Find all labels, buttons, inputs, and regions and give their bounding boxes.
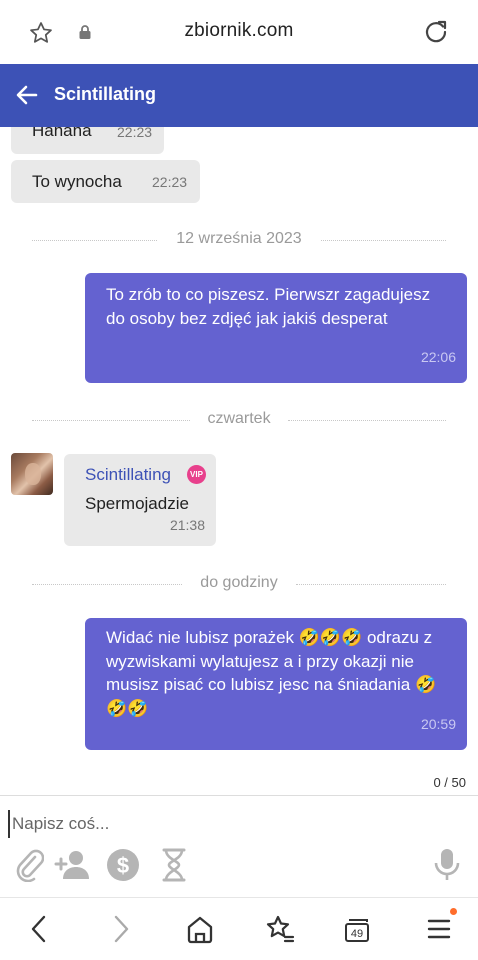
dollar-icon[interactable]: $ xyxy=(106,848,140,887)
notification-dot xyxy=(450,908,457,915)
date-divider: 12 września 2023 xyxy=(32,230,446,250)
hourglass-icon[interactable] xyxy=(161,848,187,887)
chat-title[interactable]: Scintillating xyxy=(54,84,156,105)
reload-icon[interactable] xyxy=(422,18,450,51)
browser-nav-bar: 49 xyxy=(0,897,478,960)
message-time: 22:06 xyxy=(420,348,456,365)
outgoing-message: Widać nie lubisz porażek 🤣🤣🤣 odrazu z wy… xyxy=(85,618,467,750)
back-arrow-icon[interactable] xyxy=(14,82,40,113)
message-time: 21:38 xyxy=(169,517,205,533)
sender-name[interactable]: Scintillating xyxy=(85,465,171,485)
paperclip-icon[interactable] xyxy=(14,848,45,887)
svg-text:$: $ xyxy=(117,853,129,878)
date-label: czwartek xyxy=(207,410,271,427)
message-text: To wynocha xyxy=(32,172,122,191)
url-domain[interactable]: zbiornik.com xyxy=(0,20,478,42)
message-input[interactable] xyxy=(8,810,468,838)
incoming-message: Hahaha 22:23 xyxy=(11,127,164,154)
avatar[interactable] xyxy=(11,453,53,495)
date-label: 12 września 2023 xyxy=(176,230,302,247)
date-divider: czwartek xyxy=(32,410,446,430)
chevron-left-icon[interactable] xyxy=(28,914,50,949)
browser-url-bar: zbiornik.com xyxy=(0,0,478,64)
vip-badge: VIP xyxy=(187,465,206,484)
message-text: Spermojadzie xyxy=(85,494,189,513)
message-time: 20:59 xyxy=(420,715,456,732)
incoming-message: Scintillating VIP Spermojadzie 21:38 xyxy=(64,454,216,546)
message-list[interactable]: Hahaha 22:23 To wynocha 22:23 12 wrześni… xyxy=(0,127,478,795)
incoming-message: To wynocha 22:23 xyxy=(11,160,200,203)
message-time: 22:23 xyxy=(117,127,153,140)
tabs-count: 49 xyxy=(351,928,363,940)
add-user-icon[interactable] xyxy=(54,848,94,887)
character-counter: 0 / 50 xyxy=(433,775,466,790)
chat-screen: zbiornik.com Scintillating Hahaha 22:23 … xyxy=(0,0,478,960)
date-divider: do godziny xyxy=(32,574,446,594)
menu-icon[interactable] xyxy=(427,914,451,949)
chat-header: Scintillating xyxy=(0,64,478,127)
message-text: To zrób to co piszesz. Pierwszr zagaduje… xyxy=(106,285,431,328)
chevron-right-icon[interactable] xyxy=(110,914,132,949)
microphone-icon[interactable] xyxy=(433,848,461,887)
tabs-icon[interactable]: 49 xyxy=(343,914,373,949)
message-text: Widać nie lubisz porażek 🤣🤣🤣 odrazu z wy… xyxy=(106,628,437,718)
message-time: 22:23 xyxy=(152,174,188,190)
outgoing-message: To zrób to co piszesz. Pierwszr zagaduje… xyxy=(85,273,467,383)
date-label: do godziny xyxy=(200,574,278,591)
star-list-icon[interactable] xyxy=(265,914,295,949)
message-composer: $ xyxy=(0,795,478,897)
home-icon[interactable] xyxy=(186,914,214,949)
message-text: Hahaha xyxy=(32,127,92,140)
